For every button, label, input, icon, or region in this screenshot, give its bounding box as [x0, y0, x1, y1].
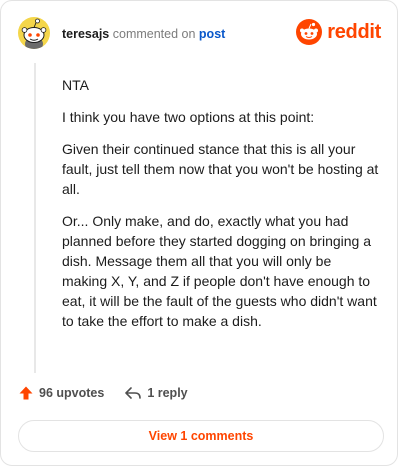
snoo-avatar-icon	[21, 18, 47, 49]
comment-paragraph: Given their continued stance that this i…	[62, 141, 379, 197]
reply-arrow-icon	[125, 387, 142, 399]
reply-button[interactable]: 1 reply	[124, 385, 188, 401]
reddit-logo-icon	[296, 19, 323, 45]
brand-wordmark: reddit	[327, 20, 381, 43]
reply-count: 1 reply	[147, 386, 188, 400]
post-link[interactable]: post	[199, 27, 225, 41]
comment-paragraph: Or... Only make, and do, exactly what yo…	[62, 213, 377, 329]
comment-body: NTA I think you have two options at this…	[62, 75, 380, 343]
upvote-arrow-icon	[19, 386, 33, 400]
thread-line	[34, 63, 36, 373]
comment-actions: 96 upvotes 1 reply	[18, 385, 188, 401]
username[interactable]: teresajs	[62, 27, 109, 41]
action-text: commented on	[112, 27, 196, 41]
upvote-button[interactable]: 96 upvotes	[18, 385, 104, 401]
view-comments-button[interactable]: View 1 comments	[18, 420, 384, 452]
avatar[interactable]	[18, 17, 50, 49]
reddit-brand[interactable]: reddit	[296, 19, 381, 45]
comment-paragraph: NTA	[62, 77, 89, 93]
view-comments-label: View 1 comments	[148, 429, 254, 443]
comment-paragraph: I think you have two options at this poi…	[62, 109, 315, 125]
upvote-count: 96 upvotes	[39, 386, 105, 400]
comment-header: teresajs commented on post	[62, 26, 225, 42]
comment-card: teresajs commented on post reddit NTA I …	[0, 0, 398, 466]
